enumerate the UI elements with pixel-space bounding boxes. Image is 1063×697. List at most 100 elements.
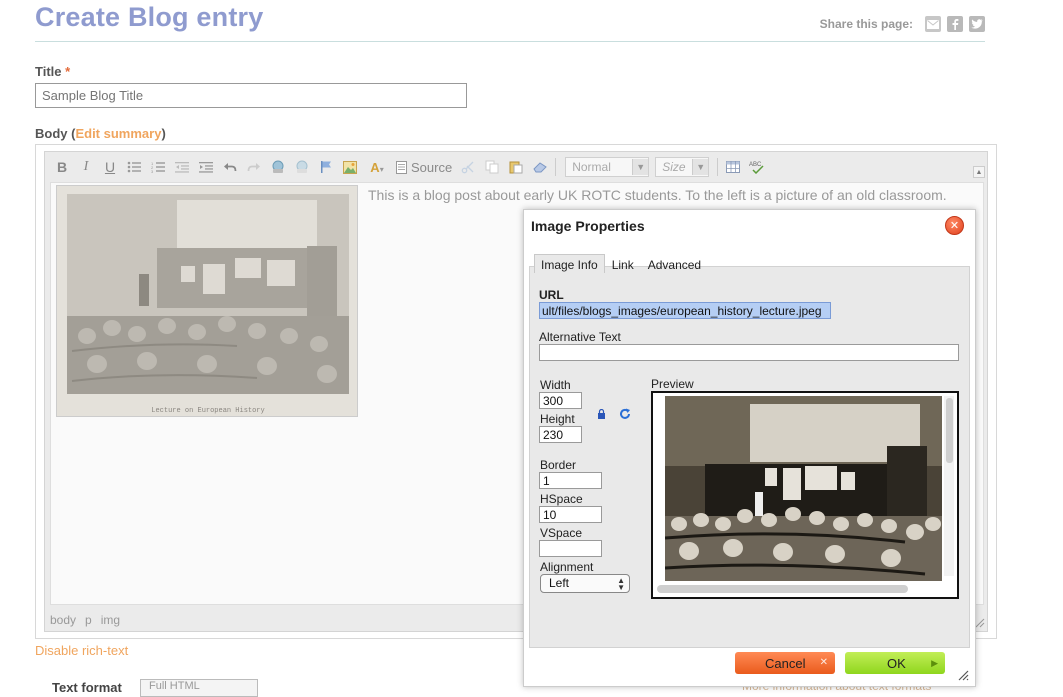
paste-button[interactable]	[504, 156, 528, 178]
indent-button[interactable]	[194, 156, 218, 178]
editor-toolbar: B I U 123 A▾ Source Normal ▼ Size ▼ ABC	[50, 155, 769, 179]
hspace-input[interactable]	[539, 506, 602, 523]
anchor-button[interactable]	[314, 156, 338, 178]
ok-label: OK	[887, 655, 906, 671]
redo-button[interactable]	[242, 156, 266, 178]
header-divider	[35, 41, 985, 42]
toolbar-separator	[555, 158, 557, 176]
format-combo-value: Normal	[572, 160, 611, 174]
svg-text:3: 3	[151, 169, 154, 173]
tab-link[interactable]: Link	[605, 254, 641, 273]
table-button[interactable]	[721, 156, 745, 178]
outdent-icon	[175, 162, 189, 173]
height-input[interactable]	[539, 426, 582, 443]
arrow-right-icon: ▶	[931, 658, 938, 668]
url-input[interactable]: ult/files/blogs_images/european_history_…	[539, 302, 831, 319]
preview-horizontal-scrollbar[interactable]	[657, 585, 908, 593]
cancel-button[interactable]: Cancel ✕	[735, 652, 835, 674]
text-format-label: Text format	[52, 680, 122, 695]
title-label: Title *	[35, 64, 71, 79]
alignment-label: Alignment	[540, 560, 594, 574]
link-icon	[272, 160, 284, 173]
page-title: Create Blog entry	[35, 2, 264, 32]
dialog-resize-grip[interactable]	[957, 669, 969, 681]
eraser-icon	[533, 162, 547, 173]
unlink-button[interactable]	[290, 156, 314, 178]
post-image[interactable]: Lecture on European History	[56, 185, 358, 417]
toolbar-separator	[717, 158, 719, 176]
reset-size-icon[interactable]	[619, 408, 631, 420]
chevron-down-icon: ▼	[632, 159, 649, 175]
alignment-select[interactable]: Left ▲ ▼	[540, 574, 630, 593]
body-label: Body (Edit summary)	[35, 126, 166, 141]
table-icon	[726, 161, 741, 173]
remove-format-button[interactable]	[528, 156, 552, 178]
size-combo[interactable]: Size ▼	[655, 157, 710, 177]
scissors-icon	[461, 161, 474, 174]
image-caption: Lecture on European History	[151, 407, 264, 415]
spellcheck-button[interactable]: ABC	[745, 156, 769, 178]
twitter-icon[interactable]	[969, 16, 985, 32]
path-item[interactable]: img	[101, 613, 120, 627]
tab-image-info[interactable]: Image Info	[534, 254, 605, 273]
border-label: Border	[540, 458, 577, 472]
width-input[interactable]	[539, 392, 582, 409]
dialog-tabs: Image Info Link Advanced	[534, 254, 708, 273]
ok-button[interactable]: OK ▶	[845, 652, 945, 674]
preview-label: Preview	[651, 377, 694, 391]
post-text[interactable]: This is a blog post about early UK ROTC …	[368, 187, 947, 203]
height-label: Height	[540, 412, 575, 426]
bulleted-list-button[interactable]	[122, 156, 146, 178]
undo-button[interactable]	[218, 156, 242, 178]
italic-icon: I	[83, 159, 89, 174]
cut-button[interactable]	[456, 156, 480, 178]
cancel-label: Cancel	[765, 655, 806, 671]
bulleted-list-icon	[127, 161, 141, 173]
format-combo[interactable]: Normal ▼	[565, 157, 650, 177]
redo-icon	[247, 163, 260, 172]
underline-icon: U	[104, 159, 116, 175]
source-button[interactable]: Source	[392, 156, 456, 178]
numbered-list-button[interactable]: 123	[146, 156, 170, 178]
close-icon: ✕	[949, 220, 960, 232]
outdent-button[interactable]	[170, 156, 194, 178]
alt-text-input[interactable]	[539, 344, 959, 361]
facebook-icon[interactable]	[947, 16, 963, 32]
link-button[interactable]	[266, 156, 290, 178]
copy-button[interactable]	[480, 156, 504, 178]
text-color-button[interactable]: A▾	[362, 156, 392, 178]
text-color-icon: A▾	[370, 159, 384, 175]
dialog-title: Image Properties	[531, 218, 645, 234]
share-label: Share this page:	[819, 17, 913, 31]
size-combo-value: Size	[662, 160, 686, 174]
document-icon	[396, 160, 407, 174]
underline-button[interactable]: U	[98, 156, 122, 178]
tab-advanced[interactable]: Advanced	[641, 254, 708, 273]
required-marker: *	[65, 64, 71, 79]
url-label: URL	[539, 288, 564, 302]
lock-ratio-icon[interactable]	[597, 409, 606, 419]
email-icon[interactable]	[925, 16, 941, 32]
bold-button[interactable]: B	[50, 156, 74, 178]
svg-text:ABC: ABC	[749, 162, 762, 168]
disable-rich-text-link[interactable]: Disable rich-text	[35, 643, 128, 658]
up-down-arrows-icon: ▲ ▼	[617, 576, 625, 592]
edit-summary-link[interactable]: Edit summary	[75, 126, 161, 141]
italic-button[interactable]: I	[74, 156, 98, 178]
width-label: Width	[540, 378, 571, 392]
text-format-select[interactable]: Full HTML	[140, 679, 258, 697]
vspace-input[interactable]	[539, 540, 602, 557]
path-item[interactable]: p	[85, 613, 92, 627]
source-label: Source	[411, 159, 453, 175]
editor-scroll-up-button[interactable]: ▲	[973, 166, 985, 178]
close-button[interactable]: ✕	[945, 216, 964, 235]
undo-icon	[224, 163, 237, 172]
title-input[interactable]	[35, 83, 467, 108]
image-button[interactable]	[338, 156, 362, 178]
path-item[interactable]: body	[50, 613, 76, 627]
element-path: body p img	[50, 613, 120, 627]
preview-image	[665, 396, 942, 581]
copy-icon	[485, 160, 499, 174]
border-input[interactable]	[539, 472, 602, 489]
preview-vertical-scroll-thumb[interactable]	[946, 398, 953, 463]
